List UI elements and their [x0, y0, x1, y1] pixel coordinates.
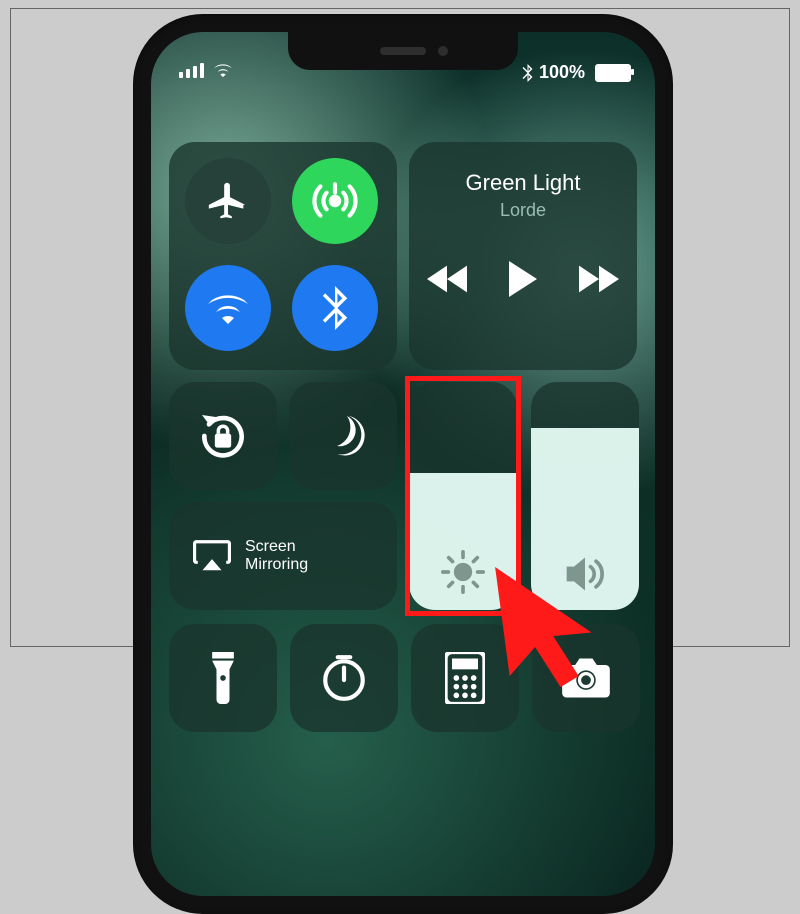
rotation-lock-icon: [195, 408, 251, 464]
screen-mirroring-label: Screen Mirroring: [245, 538, 308, 574]
music-controls: [427, 261, 619, 297]
music-tile[interactable]: Green Light Lorde: [409, 142, 637, 370]
flashlight-icon: [210, 652, 236, 704]
notch: [288, 32, 518, 70]
battery-icon: [595, 64, 631, 82]
airdrop-icon: [310, 176, 360, 226]
wifi-icon: [204, 288, 252, 328]
airplane-mode-button[interactable]: [185, 158, 271, 244]
next-track-button[interactable]: [579, 265, 619, 293]
airplay-icon: [193, 540, 231, 572]
wifi-button[interactable]: [185, 265, 271, 351]
bluetooth-status-icon: [522, 64, 533, 82]
airdrop-button[interactable]: [292, 158, 378, 244]
moon-icon: [319, 412, 367, 460]
connectivity-tile: [169, 142, 397, 370]
annotation-cursor-arrow: [491, 567, 601, 687]
phone-screen: 100%: [151, 32, 655, 896]
music-title: Green Light: [466, 170, 581, 196]
play-button[interactable]: [507, 261, 539, 297]
do-not-disturb-button[interactable]: [289, 382, 397, 490]
phone-body: 100%: [133, 14, 673, 914]
flashlight-button[interactable]: [169, 624, 277, 732]
bluetooth-button[interactable]: [292, 265, 378, 351]
wifi-status-icon: [212, 62, 234, 78]
calculator-icon: [445, 652, 485, 704]
timer-icon: [319, 653, 369, 703]
brightness-icon: [441, 550, 485, 594]
battery-percent-label: 100%: [539, 62, 585, 83]
music-artist: Lorde: [500, 200, 546, 221]
screenshot-frame: 100%: [10, 8, 790, 647]
rotation-lock-button[interactable]: [169, 382, 277, 490]
screen-mirroring-button[interactable]: Screen Mirroring: [169, 502, 397, 610]
airplane-icon: [205, 178, 251, 224]
bluetooth-icon: [322, 286, 348, 330]
cell-signal-icon: [179, 63, 204, 78]
timer-button[interactable]: [290, 624, 398, 732]
previous-track-button[interactable]: [427, 265, 467, 293]
